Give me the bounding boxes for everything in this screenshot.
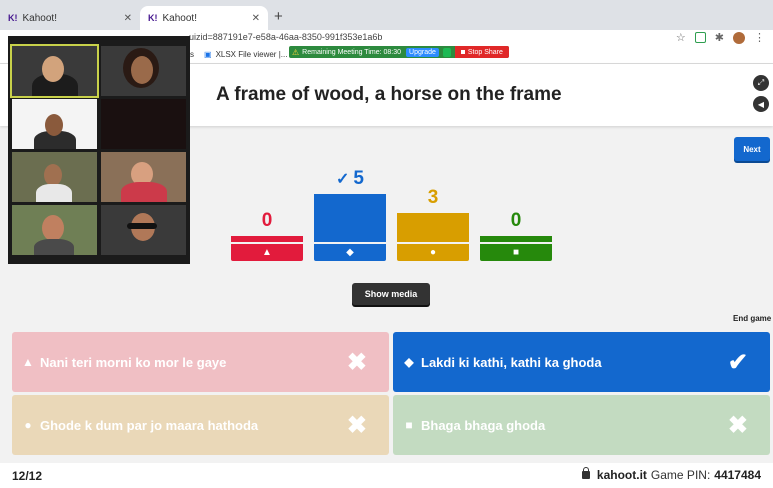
browser-tab-kahoot-1[interactable]: K! Kahoot! ✕ — [0, 6, 140, 30]
result-column — [397, 213, 469, 242]
answer-text: Bhaga bhaga ghoda — [421, 417, 546, 433]
tab-label: Kahoot! — [162, 12, 197, 24]
file-icon: ▣ — [204, 50, 212, 59]
participant-video[interactable] — [101, 99, 186, 149]
profile-avatar[interactable] — [733, 31, 745, 44]
result-count-value: 0 — [510, 210, 522, 231]
result-column — [231, 236, 303, 242]
upgrade-button[interactable]: Upgrade — [406, 47, 439, 57]
participant-video[interactable] — [12, 205, 97, 255]
end-game-link[interactable]: End game — [733, 314, 771, 323]
remaining-time-text: Remaining Meeting Time: 08:30 — [302, 48, 402, 56]
bookmark-label: XLSX File viewer |... — [215, 50, 288, 59]
result-count: 0 — [231, 210, 303, 232]
kahoot-favicon: K! — [148, 13, 158, 23]
site-name: kahoot.it — [596, 468, 647, 482]
browser-tab-kahoot-2[interactable]: K! Kahoot! ✕ — [140, 6, 268, 30]
remaining-time: ⚠ Remaining Meeting Time: 08:30 — [289, 48, 404, 57]
result-count-value: 0 — [261, 210, 273, 231]
result-count: ✓ 5 — [314, 168, 386, 190]
browser-toolbar-icons: ☆ ✱ ⋮ — [676, 31, 765, 44]
tab-label: Kahoot! — [22, 12, 57, 24]
result-column — [314, 194, 386, 242]
kahoot-favicon: K! — [8, 13, 18, 23]
stop-share-label: Stop Share — [467, 48, 503, 56]
checkmark-icon: ✔ — [727, 348, 748, 376]
star-icon[interactable]: ☆ — [676, 31, 686, 44]
zoom-meeting-bar: ⚠ Remaining Meeting Time: 08:30 Upgrade … — [289, 46, 509, 58]
warning-icon: ⚠ — [292, 47, 300, 57]
result-count: 3 — [397, 187, 469, 209]
video-gallery[interactable] — [8, 36, 190, 264]
result-count-value: 3 — [427, 187, 439, 208]
volume-icon[interactable]: ◀ — [753, 96, 769, 112]
fullscreen-icon[interactable]: ⤢ — [753, 75, 769, 91]
stop-icon — [460, 50, 465, 54]
new-tab-button[interactable]: + — [274, 8, 283, 25]
extension-icon[interactable] — [694, 32, 706, 43]
stop-share-button[interactable]: Stop Share — [454, 46, 509, 58]
result-bar: ✓ 5 ◆ — [314, 168, 386, 261]
question-title: A frame of wood, a horse on the frame — [216, 84, 562, 105]
correct-check-icon: ✓ — [336, 171, 350, 188]
answer-text: Lakdi ki kathi, kathi ka ghoda — [421, 354, 602, 370]
close-tab-icon[interactable]: ✕ — [252, 13, 260, 24]
next-button[interactable]: Next — [734, 137, 770, 161]
triangle-icon: ▲ — [22, 355, 34, 369]
bookmark-item[interactable]: s — [190, 50, 194, 59]
result-count: 0 — [480, 210, 552, 232]
square-icon: ■ — [405, 418, 413, 432]
browser-tab-bar: K! Kahoot! ✕ K! Kahoot! ✕ + — [0, 0, 773, 30]
pin-label: Game PIN: — [650, 468, 711, 482]
bookmark-xlsx-viewer[interactable]: ▣ XLSX File viewer |... — [204, 50, 287, 59]
show-media-button[interactable]: Show media — [352, 283, 430, 305]
participant-video[interactable] — [10, 44, 99, 98]
result-bar: 0 ▲ — [231, 210, 303, 261]
answer-option-2: ◆ Lakdi ki kathi, kathi ka ghoda ✔ — [393, 332, 770, 392]
game-pin-area: kahoot.it Game PIN: 4417484 — [581, 467, 761, 482]
url-field[interactable]: uizid=887191e7-e58a-46aa-8350-991f353e1a… — [189, 32, 382, 42]
answer-option-1: ▲ Nani teri morni ko mor le gaye ✖ — [12, 332, 389, 392]
game-pin: 4417484 — [714, 468, 761, 482]
participant-video[interactable] — [101, 152, 186, 202]
diamond-icon: ◆ — [404, 355, 414, 369]
menu-icon[interactable]: ⋮ — [754, 31, 765, 44]
close-tab-icon[interactable]: ✕ — [124, 13, 132, 24]
participant-video[interactable] — [12, 99, 97, 149]
result-column — [480, 236, 552, 242]
puzzle-icon[interactable]: ✱ — [715, 31, 724, 44]
result-shape-base: ▲ — [231, 244, 303, 261]
answer-text: Ghode k dum par jo maara hathoda — [40, 417, 259, 433]
shield-icon[interactable] — [442, 47, 451, 57]
answer-text: Nani teri morni ko mor le gaye — [40, 354, 227, 370]
participant-video[interactable] — [101, 46, 186, 96]
result-bar: 0 ■ — [480, 210, 552, 261]
participant-video[interactable] — [12, 152, 97, 202]
participant-video[interactable] — [101, 205, 186, 255]
result-count-value: 5 — [353, 168, 364, 189]
lock-icon — [581, 467, 590, 479]
cross-icon: ✖ — [346, 348, 367, 376]
result-bar: 3 ● — [397, 187, 469, 261]
cross-icon: ✖ — [727, 411, 748, 439]
result-shape-base: ● — [397, 244, 469, 261]
cross-icon: ✖ — [346, 411, 367, 439]
result-shape-base: ◆ — [314, 244, 386, 261]
answer-option-4: ■ Bhaga bhaga ghoda ✖ — [393, 395, 770, 455]
game-footer: 12/12 kahoot.it Game PIN: 4417484 — [0, 463, 773, 488]
circle-icon: ● — [24, 418, 32, 432]
result-shape-base: ■ — [480, 244, 552, 261]
answer-option-3: ● Ghode k dum par jo maara hathoda ✖ — [12, 395, 389, 455]
question-progress: 12/12 — [12, 469, 43, 483]
